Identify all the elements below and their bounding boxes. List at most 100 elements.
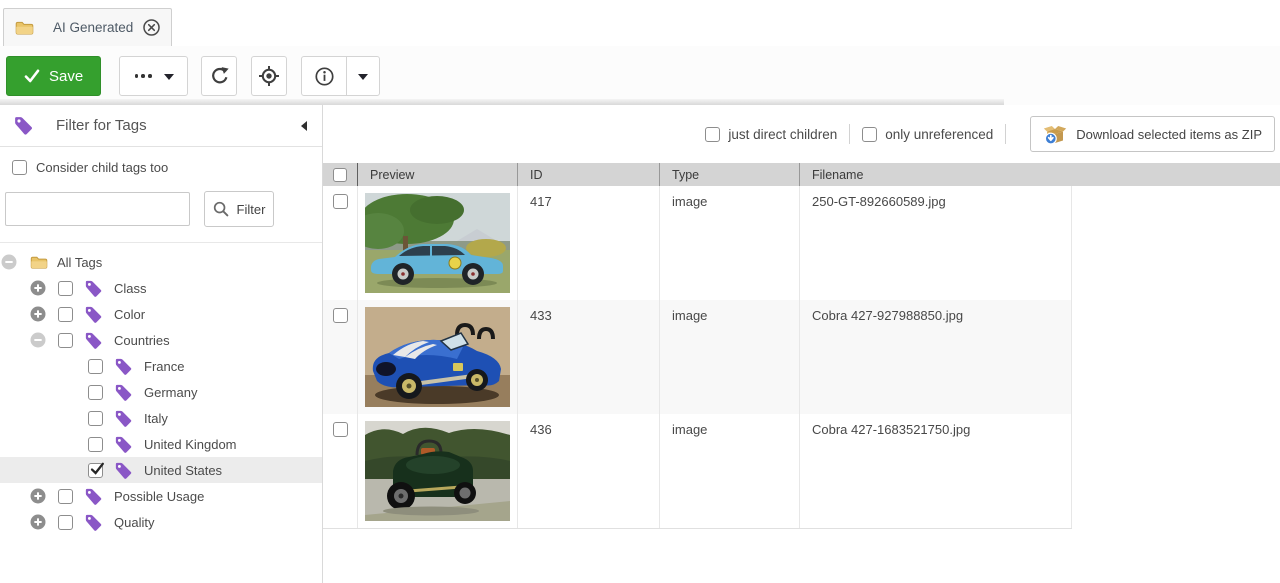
asset-row-436[interactable]: 436 image Cobra 427-1683521750.jpg — [323, 414, 1072, 528]
tree-item-class[interactable]: Class — [0, 275, 322, 301]
expand-node-icon[interactable] — [30, 306, 46, 322]
asset-thumbnail-cobra-green[interactable] — [365, 421, 510, 521]
tag-filter-input[interactable] — [5, 192, 190, 226]
tag-checkbox[interactable] — [58, 333, 73, 348]
row-checkbox[interactable] — [333, 422, 348, 437]
tree-item-italy[interactable]: Italy — [0, 405, 322, 431]
tree-item-united-states[interactable]: United States — [0, 457, 322, 483]
collapse-node-icon[interactable] — [30, 332, 46, 348]
download-zip-button[interactable]: Download selected items as ZIP — [1030, 116, 1275, 152]
panel-title: Filter for Tags — [56, 117, 290, 134]
tree-item-label: United Kingdom — [144, 437, 237, 452]
expand-node-icon[interactable] — [30, 280, 46, 296]
tree-item-label: Countries — [114, 333, 170, 348]
tag-checkbox[interactable] — [58, 307, 73, 322]
filter-button-label: Filter — [237, 202, 266, 217]
column-header-preview[interactable]: Preview — [358, 163, 518, 186]
tree-item-label: Color — [114, 307, 145, 322]
tag-checkbox[interactable] — [58, 515, 73, 530]
consider-child-tags-label: Consider child tags too — [36, 160, 168, 175]
tree-item-all-tags[interactable]: All Tags — [0, 249, 322, 275]
tab-bar: AI Generated — [0, 0, 1280, 46]
expand-node-icon[interactable] — [30, 514, 46, 530]
row-checkbox[interactable] — [333, 308, 348, 323]
tree-item-label: Possible Usage — [114, 489, 204, 504]
tab-label: AI Generated — [53, 20, 133, 35]
tree-item-united-kingdom[interactable]: United Kingdom — [0, 431, 322, 457]
tree-item-germany[interactable]: Germany — [0, 379, 322, 405]
consider-child-tags-row[interactable]: Consider child tags too — [0, 147, 322, 175]
tag-icon — [113, 434, 134, 455]
asset-thumbnail-250gt[interactable] — [365, 193, 510, 293]
locate-in-tree-button[interactable] — [251, 56, 287, 96]
tag-checkbox-checked[interactable] — [88, 463, 103, 478]
tree-item-possible-usage[interactable]: Possible Usage — [0, 483, 322, 509]
tree-item-quality[interactable]: Quality — [0, 509, 322, 535]
only-unreferenced-checkbox[interactable] — [862, 127, 877, 142]
tags-filter-header: Filter for Tags — [0, 105, 322, 147]
tree-item-color[interactable]: Color — [0, 301, 322, 327]
row-checkbox[interactable] — [333, 194, 348, 209]
save-button[interactable]: Save — [6, 56, 101, 96]
only-unreferenced-option[interactable]: only unreferenced — [862, 127, 993, 142]
asset-row-417[interactable]: 417 image 250-GT-892660589.jpg — [323, 186, 1072, 300]
select-all-checkbox[interactable] — [333, 168, 347, 182]
tag-checkbox[interactable] — [58, 489, 73, 504]
info-button[interactable] — [302, 57, 347, 95]
tag-checkbox[interactable] — [88, 385, 103, 400]
tag-icon — [83, 278, 104, 299]
consider-child-tags-checkbox[interactable] — [12, 160, 27, 175]
reload-button[interactable] — [201, 56, 237, 96]
separator — [849, 124, 850, 144]
tag-icon — [113, 408, 134, 429]
chevron-down-icon — [358, 74, 368, 85]
tree-item-label: United States — [144, 463, 222, 478]
tree-item-label: France — [144, 359, 184, 374]
package-download-icon — [1043, 124, 1067, 145]
collapse-panel-icon[interactable] — [301, 121, 307, 131]
tag-icon — [113, 460, 134, 481]
search-icon — [213, 201, 229, 217]
column-header-filename[interactable]: Filename — [800, 163, 1072, 186]
tree-item-label: Germany — [144, 385, 197, 400]
info-split-button — [301, 56, 380, 96]
info-dropdown-button[interactable] — [347, 57, 379, 95]
column-header-id[interactable]: ID — [518, 163, 660, 186]
asset-filename: Cobra 427-1683521750.jpg — [800, 414, 1072, 528]
asset-folder-content: just direct children only unreferenced D… — [323, 105, 1280, 583]
asset-filename: Cobra 427-927988850.jpg — [800, 300, 1072, 414]
just-direct-children-option[interactable]: just direct children — [705, 127, 837, 142]
separator — [1005, 124, 1006, 144]
save-button-label: Save — [49, 68, 83, 85]
asset-row-433[interactable]: 433 image Cobra 427-927988850.jpg — [323, 300, 1072, 414]
filter-button[interactable]: Filter — [204, 191, 274, 227]
download-zip-label: Download selected items as ZIP — [1076, 127, 1262, 142]
tree-item-france[interactable]: France — [0, 353, 322, 379]
asset-thumbnail-cobra-blue[interactable] — [365, 307, 510, 407]
tab-close-icon[interactable] — [143, 19, 160, 36]
asset-id: 436 — [518, 414, 660, 528]
expand-node-icon[interactable] — [30, 488, 46, 504]
tag-checkbox[interactable] — [88, 437, 103, 452]
tag-icon — [12, 114, 35, 137]
tag-checkbox[interactable] — [88, 359, 103, 374]
tags-tree: All Tags Class Color — [0, 243, 322, 535]
tab-ai-generated[interactable]: AI Generated — [3, 8, 172, 46]
ellipsis-icon — [133, 74, 153, 78]
tree-item-countries[interactable]: Countries — [0, 327, 322, 353]
column-header-type[interactable]: Type — [660, 163, 800, 186]
tag-filter-form: Filter — [0, 175, 322, 243]
just-direct-children-checkbox[interactable] — [705, 127, 720, 142]
more-actions-button[interactable] — [119, 56, 188, 96]
tree-item-label: Class — [114, 281, 147, 296]
check-icon — [24, 69, 40, 83]
tag-icon — [83, 512, 104, 533]
asset-filename: 250-GT-892660589.jpg — [800, 186, 1072, 300]
tree-item-label: Italy — [144, 411, 168, 426]
grid-header-filler — [1072, 163, 1280, 186]
tag-checkbox[interactable] — [88, 411, 103, 426]
tag-checkbox[interactable] — [58, 281, 73, 296]
asset-type: image — [660, 414, 800, 528]
collapse-node-icon[interactable] — [1, 254, 17, 270]
tags-filter-panel: Filter for Tags Consider child tags too … — [0, 105, 323, 583]
